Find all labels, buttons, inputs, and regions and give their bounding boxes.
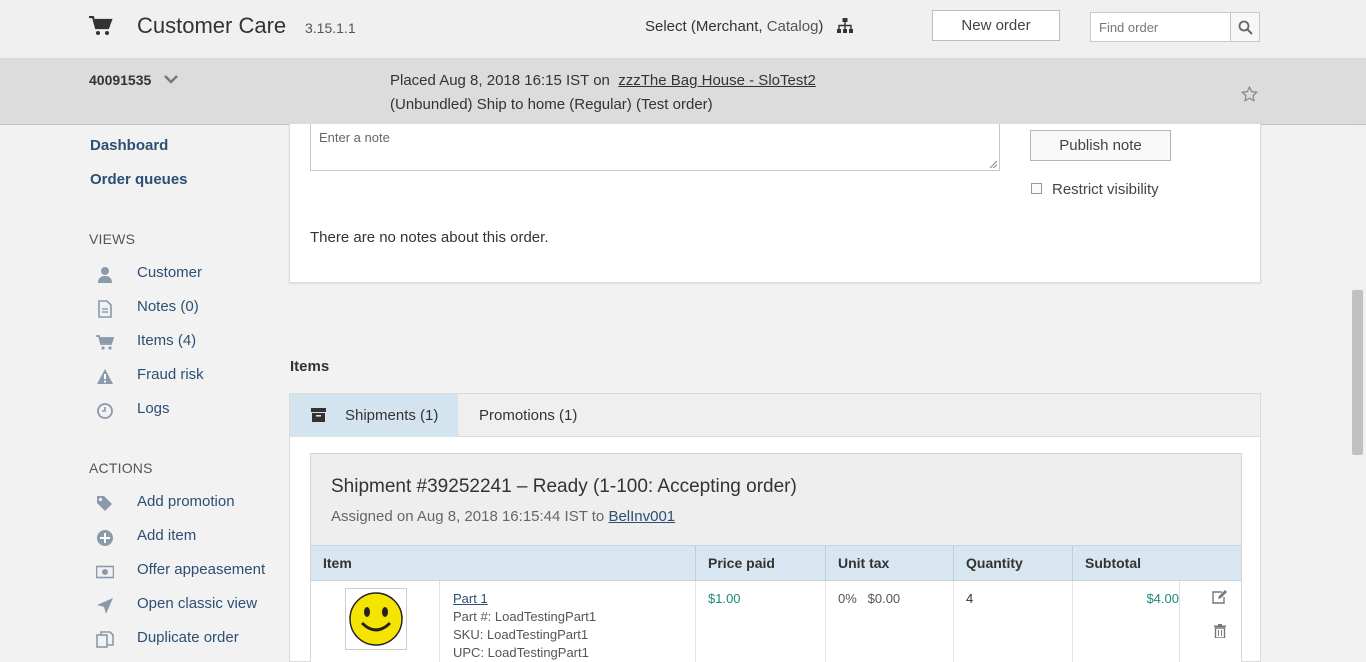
- new-order-button[interactable]: New order: [932, 10, 1060, 41]
- clock-icon: [97, 403, 113, 419]
- column-divider: [1179, 581, 1180, 662]
- sidebar-item-label: Customer: [137, 264, 203, 281]
- select-prefix: Select (Merchant,: [645, 18, 767, 35]
- item-unit-tax: 0% $0.00: [838, 591, 901, 606]
- tab-shipments[interactable]: Shipments (1): [290, 394, 458, 437]
- top-header: Customer Care 3.15.1.1 Select (Merchant,…: [0, 0, 1366, 59]
- smiley-face-image: [349, 592, 403, 646]
- shipment-title: Shipment #39252241 – Ready (1-100: Accep…: [331, 476, 797, 497]
- column-divider: [1072, 581, 1073, 662]
- column-divider: [439, 581, 440, 662]
- app-title: Customer Care: [137, 13, 287, 38]
- warning-icon: [97, 369, 113, 384]
- resize-handle-icon[interactable]: [989, 160, 997, 168]
- item-quantity: 4: [966, 591, 974, 606]
- table-row: Part 1 Part #: LoadTestingPart1 SKU: Loa…: [311, 581, 1241, 662]
- items-heading: Items: [290, 358, 330, 375]
- column-divider: [953, 546, 954, 582]
- column-divider: [953, 581, 954, 662]
- item-price-paid: $1.00: [708, 591, 741, 606]
- user-icon: [98, 267, 112, 283]
- column-divider: [1072, 546, 1073, 582]
- cart-icon[interactable]: [89, 16, 113, 36]
- shipments-panel: Shipment #39252241 – Ready (1-100: Accep…: [289, 437, 1261, 662]
- sidebar-item-label: Logs: [137, 400, 170, 417]
- edit-icon[interactable]: [1212, 590, 1227, 604]
- archive-box-icon: [311, 408, 326, 422]
- sidebar-item-label: Notes (0): [137, 298, 199, 315]
- find-order-button[interactable]: [1230, 12, 1260, 42]
- column-header-item: Item: [323, 555, 352, 571]
- select-catalog: Catalog: [766, 18, 819, 35]
- order-number: 40091535: [89, 72, 152, 88]
- sidebar-item-label: Duplicate order: [137, 629, 239, 646]
- merchant-catalog-selector[interactable]: Select (Merchant, Catalog): [645, 18, 823, 35]
- tags-icon: [97, 496, 112, 511]
- items-tabs: Shipments (1) Promotions (1): [289, 393, 1261, 437]
- notes-panel: Enter a note Publish note Restrict visib…: [289, 124, 1261, 283]
- sidebar-item-label: Add item: [137, 527, 197, 544]
- order-queues-link[interactable]: Order queues: [90, 171, 188, 188]
- sitemap-icon[interactable]: [837, 18, 853, 34]
- column-header-tax: Unit tax: [838, 555, 890, 571]
- search-icon: [1238, 20, 1253, 35]
- document-icon: [98, 300, 112, 318]
- column-divider: [825, 546, 826, 582]
- dashboard-link[interactable]: Dashboard: [90, 137, 168, 154]
- order-summary-bar: 40091535 Placed Aug 8, 2018 16:15 IST on…: [0, 59, 1366, 125]
- views-heading: VIEWS: [89, 231, 136, 247]
- restrict-visibility-checkbox[interactable]: [1031, 183, 1042, 194]
- item-upc: UPC: LoadTestingPart1: [453, 645, 589, 660]
- note-placeholder: Enter a note: [319, 130, 390, 145]
- page-scrollbar[interactable]: [1349, 125, 1366, 662]
- money-icon: [96, 565, 114, 579]
- item-sku: SKU: LoadTestingPart1: [453, 627, 589, 642]
- store-link[interactable]: zzzThe Bag House - SloTest2: [618, 72, 816, 89]
- publish-note-button[interactable]: Publish note: [1030, 130, 1171, 161]
- trash-icon[interactable]: [1214, 624, 1226, 638]
- tab-label: Shipments (1): [345, 407, 439, 424]
- column-header-price: Price paid: [708, 555, 775, 571]
- copy-icon: [96, 631, 114, 648]
- location-arrow-icon: [97, 598, 113, 614]
- item-part-number: Part #: LoadTestingPart1: [453, 609, 597, 624]
- scrollbar-thumb[interactable]: [1352, 290, 1363, 455]
- sidebar-item-label: Fraud risk: [137, 366, 204, 383]
- note-textarea[interactable]: Enter a note: [310, 124, 1000, 171]
- select-suffix: ): [818, 18, 824, 35]
- app-version: 3.15.1.1: [305, 20, 356, 36]
- sidebar-item-label: Items (4): [137, 332, 197, 349]
- column-divider: [695, 581, 696, 662]
- item-thumbnail[interactable]: [345, 588, 407, 650]
- sidebar-item-label: Offer appeasement: [137, 561, 266, 578]
- order-ship-info: (Unbundled) Ship to home (Regular) (Test…: [390, 96, 713, 113]
- column-header-quantity: Quantity: [966, 555, 1023, 571]
- column-divider: [695, 546, 696, 582]
- column-divider: [825, 581, 826, 662]
- sidebar-item-label: Open classic view: [137, 595, 258, 612]
- shipment-card: Shipment #39252241 – Ready (1-100: Accep…: [310, 453, 1242, 662]
- item-subtotal: $4.00: [1146, 591, 1179, 606]
- assigned-prefix: Assigned on Aug 8, 2018 16:15:44 IST to: [331, 508, 609, 525]
- plus-circle-icon: [97, 530, 113, 546]
- restrict-visibility-label[interactable]: Restrict visibility: [1052, 181, 1159, 198]
- actions-heading: ACTIONS: [89, 460, 153, 476]
- cart-icon: [96, 335, 114, 350]
- sidebar-item-label: Add promotion: [137, 493, 235, 510]
- table-header: Item Price paid Unit tax Quantity Subtot…: [311, 545, 1241, 582]
- order-placed-info: Placed Aug 8, 2018 16:15 IST on zzzThe B…: [390, 72, 816, 89]
- tab-promotions[interactable]: Promotions (1): [458, 394, 598, 437]
- shipment-assigned: Assigned on Aug 8, 2018 16:15:44 IST to …: [331, 508, 675, 525]
- empty-notes-message: There are no notes about this order.: [310, 229, 549, 246]
- item-name-link[interactable]: Part 1: [453, 591, 488, 606]
- find-order-input[interactable]: [1090, 12, 1231, 42]
- star-icon[interactable]: [1241, 86, 1258, 102]
- column-header-subtotal: Subtotal: [1085, 555, 1141, 571]
- assigned-location-link[interactable]: BelInv001: [608, 508, 675, 525]
- placed-prefix: Placed Aug 8, 2018 16:15 IST on: [390, 72, 610, 89]
- chevron-down-icon[interactable]: [164, 75, 178, 85]
- tab-label: Promotions (1): [479, 407, 578, 424]
